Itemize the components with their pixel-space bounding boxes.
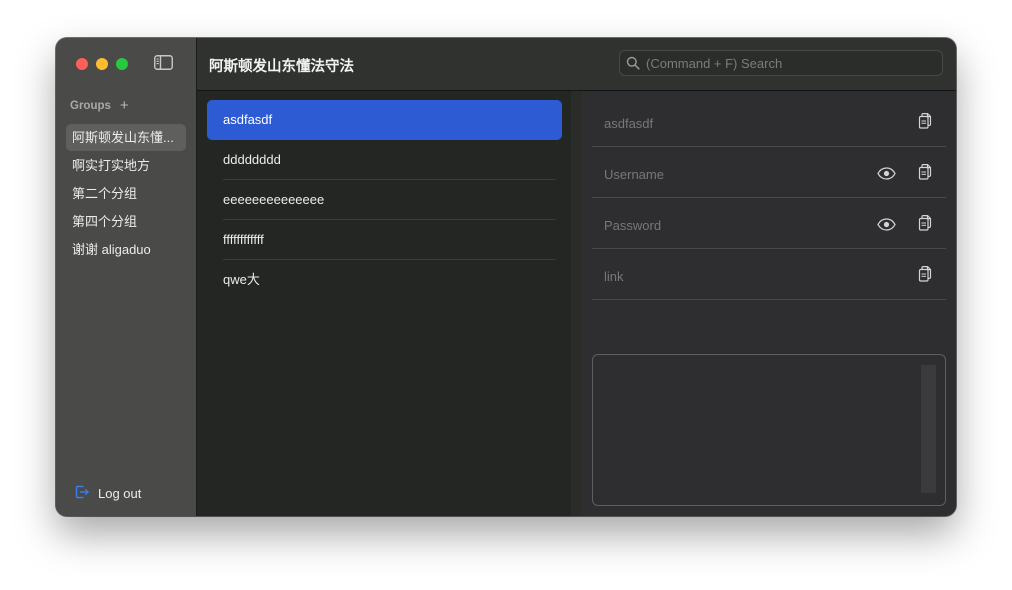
title-input[interactable] <box>604 114 864 132</box>
username-input[interactable] <box>604 165 864 183</box>
app-window: Groups + 阿斯顿发山东懂... 啊实打实地方 第二个分组 第四个分组 谢… <box>56 38 956 516</box>
entry-list: asdfasdf dddddddd eeeeeeeeeeeeee fffffff… <box>197 91 571 516</box>
entry-item[interactable]: qwe大 <box>207 260 562 300</box>
link-input[interactable] <box>604 267 864 285</box>
notes-box <box>592 354 946 506</box>
list-gutter <box>571 91 581 516</box>
eye-icon[interactable] <box>876 163 896 183</box>
page-title: 阿斯顿发山东懂法守法 <box>209 59 354 75</box>
copy-icon[interactable] <box>915 264 935 284</box>
notes-textarea[interactable] <box>601 363 917 497</box>
search-icon <box>626 56 640 70</box>
add-group-button[interactable]: + <box>120 98 129 113</box>
copy-icon[interactable] <box>915 213 935 233</box>
copy-icon[interactable] <box>915 162 935 182</box>
username-field <box>592 147 946 198</box>
eye-icon[interactable] <box>876 214 896 234</box>
password-field <box>592 198 946 249</box>
sidebar-toggle-icon[interactable] <box>154 55 173 70</box>
search-input[interactable] <box>646 51 936 75</box>
group-item[interactable]: 第四个分组 <box>66 208 186 235</box>
link-field <box>592 249 946 300</box>
sidebar: Groups + 阿斯顿发山东懂... 啊实打实地方 第二个分组 第四个分组 谢… <box>56 38 197 516</box>
header-bar: 阿斯顿发山东懂法守法 <box>197 38 956 91</box>
window-close-button[interactable] <box>76 58 88 70</box>
group-item[interactable]: 第二个分组 <box>66 180 186 207</box>
notes-scrollbar[interactable] <box>921 365 936 493</box>
window-minimize-button[interactable] <box>96 58 108 70</box>
password-input[interactable] <box>604 216 864 234</box>
window-maximize-button[interactable] <box>116 58 128 70</box>
search-box[interactable] <box>619 50 943 76</box>
entry-item[interactable]: asdfasdf <box>207 100 562 140</box>
groups-label: Groups <box>70 100 111 112</box>
group-list: 阿斯顿发山东懂... 啊实打实地方 第二个分组 第四个分组 谢谢 aligadu… <box>66 124 186 264</box>
entry-item[interactable]: ffffffffffff <box>207 220 562 260</box>
logout-label: Log out <box>98 486 142 501</box>
group-item[interactable]: 啊实打实地方 <box>66 152 186 179</box>
copy-icon[interactable] <box>915 111 935 131</box>
logout-icon <box>74 484 98 503</box>
title-field <box>592 96 946 147</box>
group-item[interactable]: 阿斯顿发山东懂... <box>66 124 186 151</box>
group-item[interactable]: 谢谢 aligaduo <box>66 236 186 263</box>
logout-button[interactable]: Log out <box>74 484 141 503</box>
entry-item[interactable]: dddddddd <box>207 140 562 180</box>
detail-pane <box>581 91 956 516</box>
groups-header: Groups + <box>70 98 129 113</box>
entry-item[interactable]: eeeeeeeeeeeeee <box>207 180 562 220</box>
